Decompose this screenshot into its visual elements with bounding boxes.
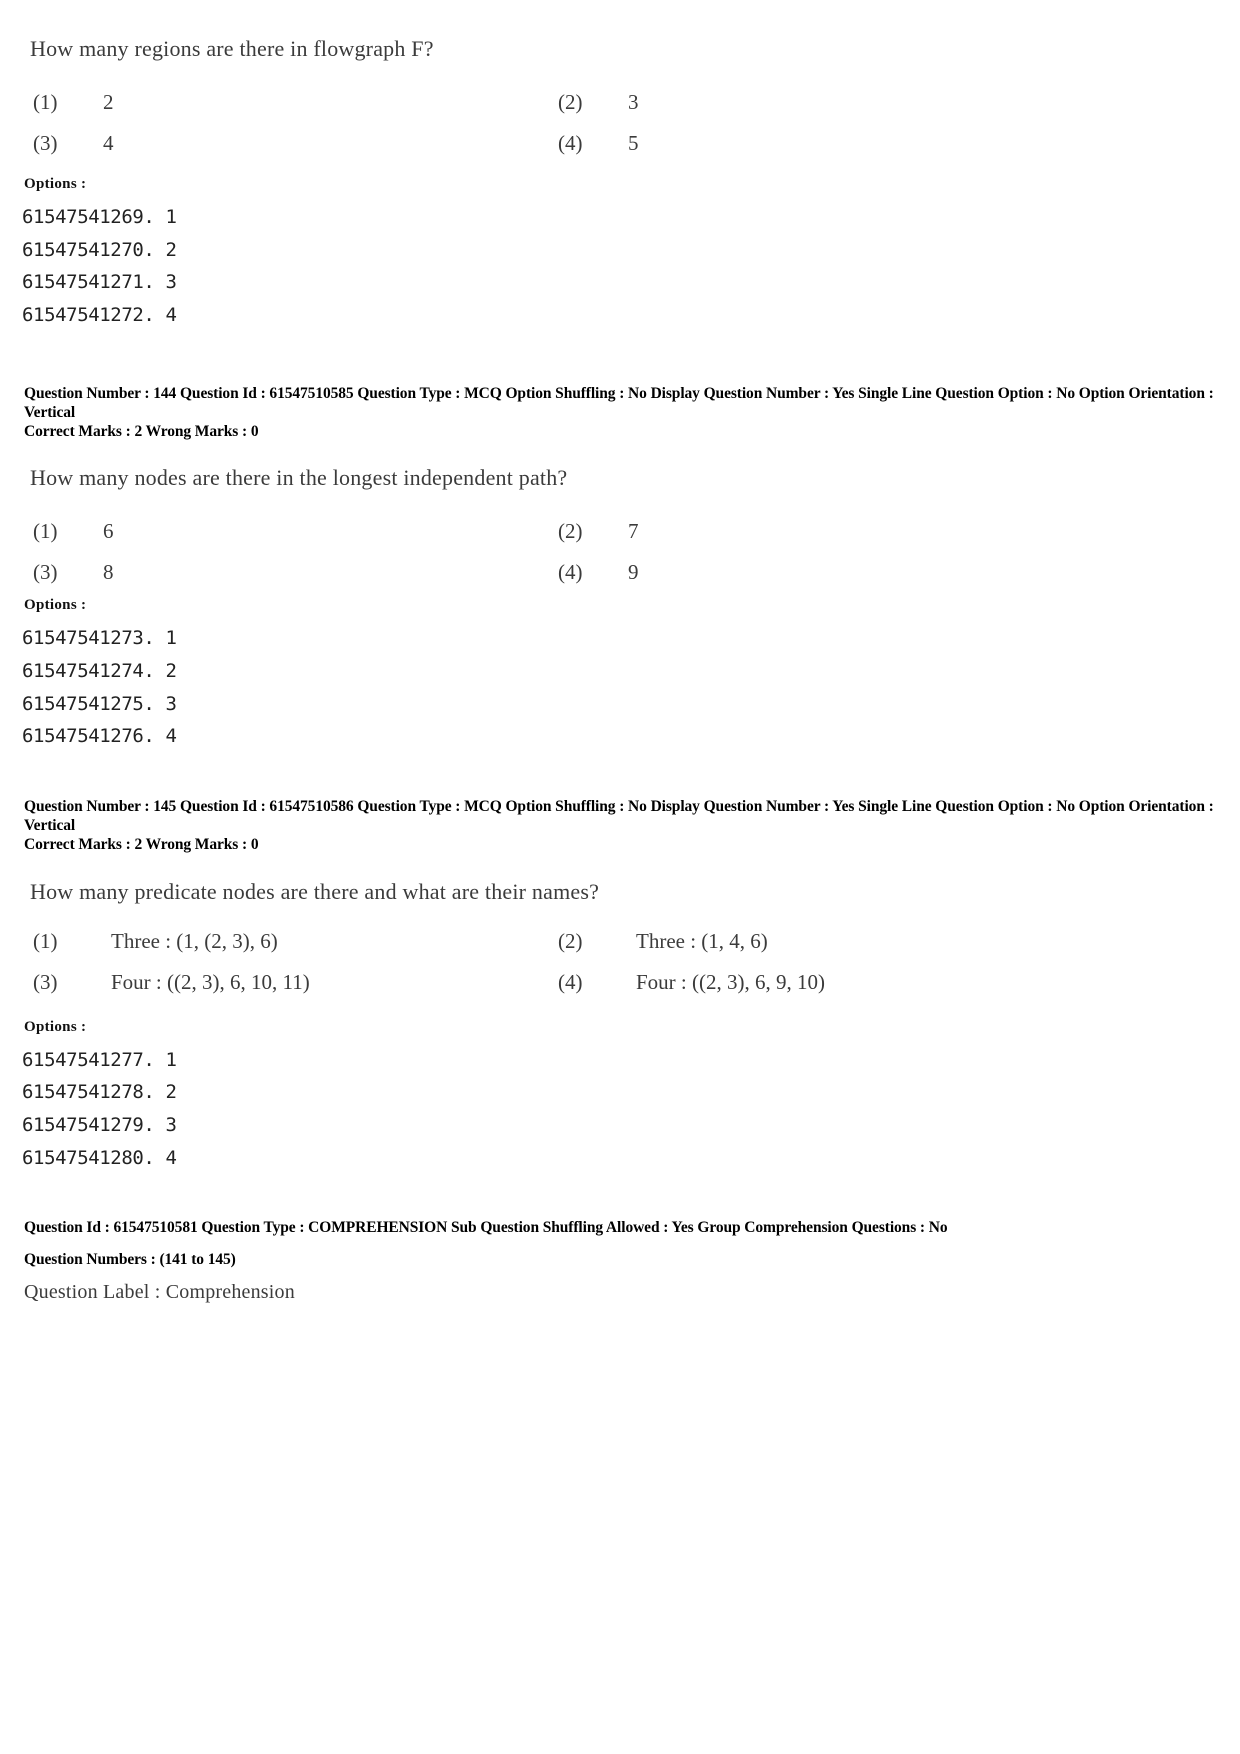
options-label: Options :: [24, 597, 87, 614]
comprehension-question-numbers-line: Question Numbers : (141 to 145): [24, 1250, 236, 1268]
question-label: Question Label : Comprehension: [24, 1280, 295, 1303]
option-id-item[interactable]: 61547541272. 4: [22, 299, 1240, 332]
option-id-list: 61547541273. 1 61547541274. 2 6154754127…: [0, 622, 1240, 753]
choice-marker: (4): [558, 131, 583, 155]
choice-option-2[interactable]: (2) Three : (1, 4, 6): [558, 929, 1083, 954]
choice-option-1[interactable]: (1) 2: [0, 90, 558, 115]
choice-text: Four : ((2, 3), 6, 10, 11): [111, 969, 310, 994]
option-id-item[interactable]: 61547541280. 4: [22, 1142, 1240, 1175]
options-label: Options :: [24, 1018, 87, 1035]
question-block-145: Question Number : 145 Question Id : 6154…: [0, 797, 1240, 1174]
question-block-143: How many regions are there in flowgraph …: [0, 36, 1240, 332]
choice-marker: (2): [558, 928, 583, 953]
choice-marker: (3): [33, 969, 58, 994]
option-id-item[interactable]: 61547541279. 3: [22, 1109, 1240, 1142]
choice-marker: (3): [33, 131, 58, 155]
option-id-item[interactable]: 61547541270. 2: [22, 234, 1240, 267]
choice-option-1[interactable]: (1) Three : (1, (2, 3), 6): [0, 929, 558, 954]
option-id-item[interactable]: 61547541269. 1: [22, 201, 1240, 234]
option-id-item[interactable]: 61547541271. 3: [22, 266, 1240, 299]
choice-marker: (2): [558, 90, 583, 114]
choice-row: (3) 4 (4) 5: [0, 131, 1100, 156]
answer-choices: (1) Three : (1, (2, 3), 6) (2) Three : (…: [0, 929, 1100, 995]
choice-text: Three : (1, (2, 3), 6): [111, 928, 278, 953]
option-id-item[interactable]: 61547541276. 4: [22, 720, 1240, 753]
choice-row: (3) Four : ((2, 3), 6, 10, 11) (4) Four …: [0, 970, 1100, 995]
choice-row: (1) 2 (2) 3: [0, 90, 1100, 115]
choice-text: Three : (1, 4, 6): [636, 928, 768, 953]
choice-text: 6: [103, 519, 114, 544]
comprehension-metadata-line: Question Id : 61547510581 Question Type …: [24, 1219, 948, 1237]
question-stem: How many nodes are there in the longest …: [30, 465, 568, 491]
comprehension-question-numbers: Question Numbers : (141 to 145): [0, 1250, 1240, 1269]
question-stem: How many predicate nodes are there and w…: [30, 878, 600, 904]
choice-option-3[interactable]: (3) 4: [0, 131, 558, 156]
choice-marker: (4): [558, 969, 583, 994]
choice-marker: (4): [558, 560, 583, 585]
answer-choices: (1) 2 (2) 3 (3) 4 (4) 5: [0, 90, 1100, 156]
options-label: Options :: [24, 176, 87, 192]
choice-marker: (1): [33, 519, 58, 544]
choice-text: 7: [628, 519, 639, 544]
option-id-item[interactable]: 61547541278. 2: [22, 1076, 1240, 1109]
choice-text: 3: [628, 90, 639, 114]
choice-text: 2: [103, 90, 114, 114]
metadata-line-primary: Question Number : 144 Question Id : 6154…: [24, 384, 1214, 421]
choice-option-2[interactable]: (2) 3: [558, 90, 1083, 115]
choice-text: 8: [103, 560, 114, 585]
choice-option-1[interactable]: (1) 6: [0, 519, 558, 544]
answer-choices: (1) 6 (2) 7 (3) 8 (4) 9: [0, 519, 1100, 585]
choice-text: Four : ((2, 3), 6, 9, 10): [636, 969, 825, 994]
choice-option-3[interactable]: (3) Four : ((2, 3), 6, 10, 11): [0, 970, 558, 995]
choice-text: 5: [628, 131, 639, 155]
option-id-list: 61547541269. 1 61547541270. 2 6154754127…: [0, 201, 1240, 332]
option-id-item[interactable]: 61547541277. 1: [22, 1044, 1240, 1077]
option-id-list: 61547541277. 1 61547541278. 2 6154754127…: [0, 1044, 1240, 1175]
comprehension-block: Question Id : 61547510581 Question Type …: [0, 1218, 1240, 1303]
question-metadata: Question Number : 144 Question Id : 6154…: [0, 384, 1240, 442]
metadata-line-marks: Correct Marks : 2 Wrong Marks : 0: [24, 836, 259, 854]
choice-option-2[interactable]: (2) 7: [558, 519, 1083, 544]
question-stem: How many regions are there in flowgraph …: [30, 36, 434, 61]
option-id-item[interactable]: 61547541275. 3: [22, 688, 1240, 721]
metadata-line-primary: Question Number : 145 Question Id : 6154…: [24, 798, 1214, 835]
choice-row: (1) 6 (2) 7: [0, 519, 1100, 544]
choice-option-4[interactable]: (4) 9: [558, 560, 1083, 585]
metadata-line-marks: Correct Marks : 2 Wrong Marks : 0: [24, 423, 259, 441]
question-metadata: Question Number : 145 Question Id : 6154…: [0, 797, 1240, 855]
question-block-144: Question Number : 144 Question Id : 6154…: [0, 384, 1240, 753]
choice-marker: (1): [33, 928, 58, 953]
choice-text: 9: [628, 560, 639, 585]
choice-option-4[interactable]: (4) Four : ((2, 3), 6, 9, 10): [558, 970, 1083, 995]
choice-option-4[interactable]: (4) 5: [558, 131, 1083, 156]
choice-row: (1) Three : (1, (2, 3), 6) (2) Three : (…: [0, 929, 1100, 954]
choice-option-3[interactable]: (3) 8: [0, 560, 558, 585]
choice-marker: (3): [33, 560, 58, 585]
choice-marker: (2): [558, 519, 583, 544]
top-spacer: [0, 0, 1240, 36]
option-id-item[interactable]: 61547541273. 1: [22, 622, 1240, 655]
option-id-item[interactable]: 61547541274. 2: [22, 655, 1240, 688]
comprehension-metadata: Question Id : 61547510581 Question Type …: [0, 1218, 1240, 1237]
choice-text: 4: [103, 131, 114, 155]
document-page: How many regions are there in flowgraph …: [0, 0, 1240, 1754]
choice-row: (3) 8 (4) 9: [0, 560, 1100, 585]
choice-marker: (1): [33, 90, 58, 114]
